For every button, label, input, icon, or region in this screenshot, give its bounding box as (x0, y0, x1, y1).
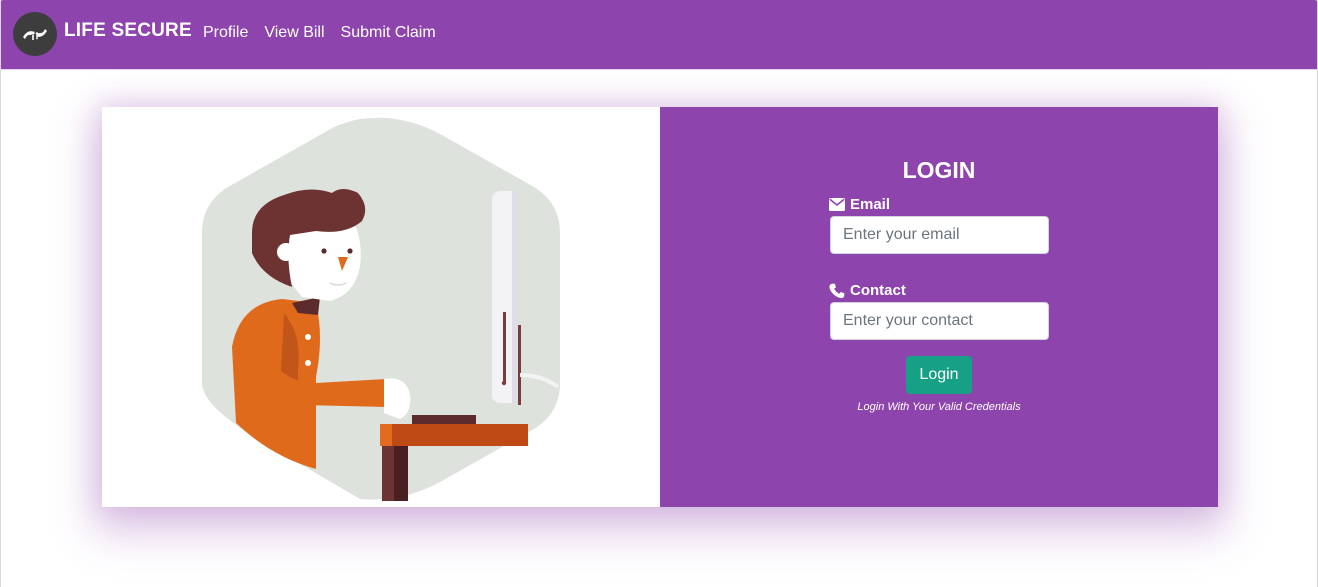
nav-link-submit-claim[interactable]: Submit Claim (341, 24, 436, 42)
email-field[interactable] (830, 216, 1049, 254)
navbar: LIFE SECURE Profile View Bill Submit Cla… (0, 0, 1318, 70)
illustration-panel (102, 107, 660, 507)
login-hint: Login With Your Valid Credentials (857, 401, 1021, 413)
nav-link-view-bill[interactable]: View Bill (264, 24, 324, 42)
email-label-text: Email (850, 196, 891, 213)
nav-links: Profile View Bill Submit Claim (203, 24, 436, 42)
brand-logo[interactable] (13, 12, 57, 56)
contact-field[interactable] (830, 302, 1049, 340)
login-title: LOGIN (902, 157, 976, 183)
nav-link-profile[interactable]: Profile (203, 24, 248, 42)
brand-name[interactable]: LIFE SECURE (64, 20, 192, 42)
contact-label-text: Contact (850, 282, 906, 299)
hands-family-icon (23, 29, 47, 40)
phone-icon (829, 283, 845, 298)
man-at-computer-illustration (202, 117, 560, 501)
login-card: LOGIN Email Contact Login Login With You… (102, 107, 1218, 507)
contact-label: Contact (829, 282, 906, 299)
envelope-icon (829, 198, 845, 211)
login-button[interactable]: Login (906, 356, 972, 394)
login-panel: LOGIN Email Contact Login Login With You… (660, 107, 1218, 507)
email-label: Email (829, 196, 890, 213)
